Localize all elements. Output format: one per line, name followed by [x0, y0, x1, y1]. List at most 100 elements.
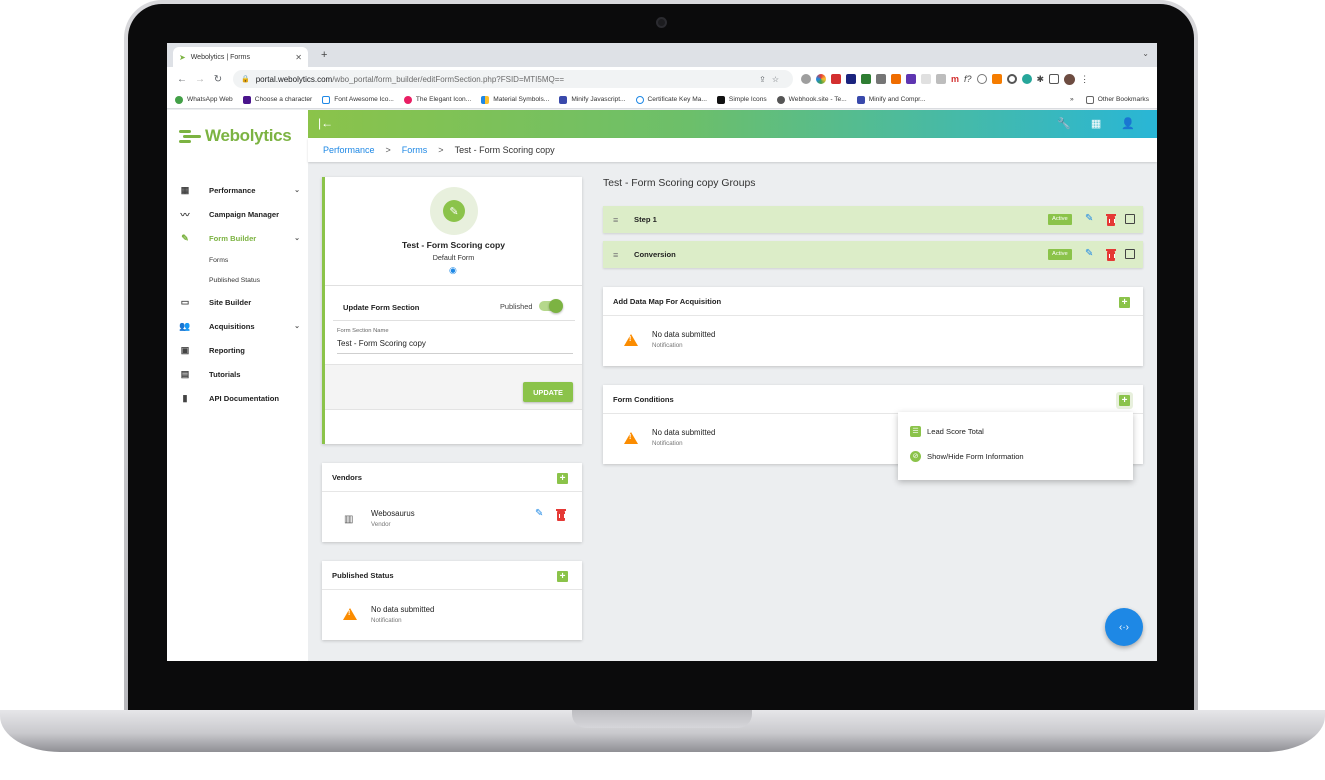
- bookmark-label: Minify and Compr...: [868, 96, 926, 103]
- menu-item-lead-score-total[interactable]: ☰ Lead Score Total: [910, 426, 984, 437]
- bookmark-item[interactable]: Simple Icons: [716, 95, 767, 104]
- forward-icon[interactable]: →: [191, 74, 209, 85]
- side-panel-icon[interactable]: [1049, 74, 1060, 84]
- function-extension-icon[interactable]: f?: [964, 74, 972, 84]
- add-condition-button[interactable]: +: [1119, 395, 1130, 406]
- dashboard-grid-icon[interactable]: ▦: [1091, 117, 1101, 130]
- m-extension-icon[interactable]: m: [951, 74, 959, 84]
- camera-icon: [656, 17, 667, 28]
- extension-icon[interactable]: [976, 74, 987, 84]
- sidebar-subitem-forms[interactable]: Forms: [167, 250, 308, 270]
- tab-title: Webolytics | Forms: [190, 53, 250, 61]
- drag-handle-icon[interactable]: ≡: [613, 250, 625, 260]
- bookmark-item[interactable]: Material Symbols...: [481, 95, 550, 104]
- pdf-extension-icon[interactable]: [846, 74, 856, 84]
- browser-tab[interactable]: ➤ Webolytics | Forms ✕: [173, 47, 308, 67]
- eye-icon[interactable]: ◉: [449, 265, 457, 276]
- bookmark-item[interactable]: Certificate Key Ma...: [635, 95, 707, 104]
- form-edit-icon: ✎: [443, 200, 465, 222]
- wrench-icon[interactable]: 🔧: [1057, 117, 1071, 130]
- add-vendor-button[interactable]: +: [557, 473, 568, 484]
- bookmark-label: Font Awesome Ico...: [334, 96, 394, 103]
- bookmark-item[interactable]: Minify and Compr...: [856, 95, 926, 104]
- extension-icon[interactable]: [921, 74, 931, 84]
- extension-icon[interactable]: [936, 74, 946, 84]
- edit-group-icon[interactable]: ✎: [1085, 213, 1093, 224]
- breadcrumb-link-forms[interactable]: Forms: [402, 145, 428, 155]
- sidebar-item-performance[interactable]: ▦ Performance ⌄: [167, 178, 308, 202]
- chrome-menu-icon[interactable]: ⋮: [1080, 74, 1089, 85]
- compress-icon: [856, 95, 865, 104]
- extension-icon[interactable]: [801, 74, 811, 84]
- extension-icon[interactable]: [816, 74, 826, 84]
- metamask-extension-icon[interactable]: [991, 74, 1002, 84]
- extension-icon[interactable]: [906, 74, 916, 84]
- bookmark-item[interactable]: Webhook.site - Te...: [776, 95, 847, 104]
- group-checkbox[interactable]: [1125, 214, 1135, 224]
- archive-icon: ▣: [180, 344, 190, 355]
- extension-icon[interactable]: [891, 74, 901, 84]
- drag-handle-icon[interactable]: ≡: [613, 215, 625, 225]
- building-icon: ▥: [344, 514, 354, 525]
- extension-icon[interactable]: [876, 74, 886, 84]
- bookmark-label: Material Symbols...: [493, 96, 550, 103]
- published-toggle[interactable]: [539, 299, 563, 313]
- chevron-down-icon: ⌄: [294, 323, 300, 330]
- extension-icon[interactable]: [1006, 74, 1017, 84]
- sidebar-item-campaign-manager[interactable]: 〰 Campaign Manager: [167, 202, 308, 226]
- profile-avatar[interactable]: [1064, 73, 1076, 85]
- new-tab-icon[interactable]: +: [321, 49, 327, 61]
- tab-search-chevron-icon[interactable]: ⌄: [1142, 49, 1149, 58]
- group-checkbox[interactable]: [1125, 249, 1135, 259]
- shield-icon: [635, 95, 644, 104]
- sidebar-item-label: Tutorials: [209, 369, 241, 379]
- other-bookmarks[interactable]: Other Bookmarks: [1085, 95, 1149, 104]
- delete-group-icon[interactable]: [1106, 249, 1116, 261]
- bookmarks-right: » Other Bookmarks: [1070, 95, 1157, 104]
- published-label: Published: [500, 302, 533, 311]
- group-row[interactable]: ≡ Step 1 Active ✎: [603, 206, 1143, 233]
- extension-icon[interactable]: [831, 74, 841, 84]
- update-button[interactable]: UPDATE: [523, 382, 573, 402]
- breadcrumb-link-performance[interactable]: Performance: [323, 145, 375, 155]
- bookmark-item[interactable]: Font Awesome Ico...: [322, 95, 394, 104]
- reload-icon[interactable]: ↻: [209, 74, 227, 85]
- sidebar-item-form-builder[interactable]: ✎ Form Builder ⌄: [167, 226, 308, 250]
- delete-vendor-icon[interactable]: [556, 509, 566, 521]
- delete-group-icon[interactable]: [1106, 214, 1116, 226]
- add-published-status-button[interactable]: +: [557, 571, 568, 582]
- group-row[interactable]: ≡ Conversion Active ✎: [603, 241, 1143, 268]
- sidebar-item-site-builder[interactable]: ▭ Site Builder: [167, 290, 308, 314]
- lock-icon: 🔒: [241, 76, 250, 83]
- bookmark-item[interactable]: The Elegant Icon...: [403, 95, 472, 104]
- close-tab-icon[interactable]: ✕: [295, 53, 302, 62]
- code-fab-button[interactable]: ‹·›: [1105, 608, 1143, 646]
- bookmark-label: The Elegant Icon...: [415, 96, 472, 103]
- collapse-sidebar-icon[interactable]: |←: [318, 116, 333, 130]
- sidebar-subitem-published-status[interactable]: Published Status: [167, 270, 308, 290]
- menu-item-show-hide-form-information[interactable]: ⊘ Show/Hide Form Information: [910, 451, 1024, 462]
- share-star-icons[interactable]: ⇪☆: [759, 75, 785, 84]
- edit-group-icon[interactable]: ✎: [1085, 248, 1093, 259]
- edit-vendor-icon[interactable]: ✎: [535, 508, 543, 519]
- back-icon[interactable]: ←: [173, 74, 191, 85]
- bookmark-item[interactable]: Minify Javascript...: [559, 95, 626, 104]
- address-bar[interactable]: 🔒 portal.webolytics.com /wbo_portal/form…: [233, 70, 793, 88]
- sidebar-nav: ▦ Performance ⌄ 〰 Campaign Manager ✎ For…: [167, 178, 308, 410]
- bookmark-item[interactable]: WhatsApp Web: [175, 95, 233, 104]
- webolytics-logo[interactable]: Webolytics: [179, 126, 292, 146]
- vendors-title: Vendors: [322, 463, 582, 492]
- browser-icon: ▭: [180, 296, 190, 307]
- bookmark-item[interactable]: Choose a character: [242, 95, 312, 104]
- sidebar-item-api-documentation[interactable]: ▮ API Documentation: [167, 386, 308, 410]
- section-name-input[interactable]: Test - Form Scoring copy: [337, 339, 426, 348]
- extension-icon[interactable]: [861, 74, 871, 84]
- sidebar-item-acquisitions[interactable]: 👥 Acquisitions ⌄: [167, 314, 308, 338]
- extension-icon[interactable]: [1021, 74, 1032, 84]
- sidebar-item-reporting[interactable]: ▣ Reporting: [167, 338, 308, 362]
- account-icon[interactable]: 👤: [1121, 117, 1135, 130]
- puzzle-extensions-icon[interactable]: ✱: [1037, 74, 1045, 85]
- add-data-map-button[interactable]: +: [1119, 297, 1130, 308]
- bookmarks-overflow[interactable]: »: [1070, 96, 1074, 103]
- sidebar-item-tutorials[interactable]: ▤ Tutorials: [167, 362, 308, 386]
